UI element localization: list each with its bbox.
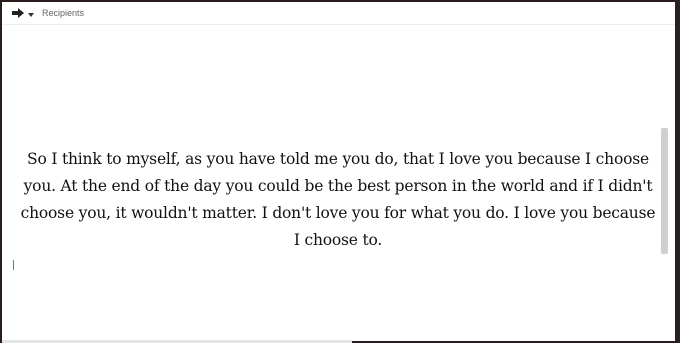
text-cursor [13,260,14,270]
compose-header: Recipients [2,2,675,25]
window-frame: Recipients So I think to myself, as you … [0,0,680,343]
message-body[interactable]: So I think to myself, as you have told m… [18,146,658,254]
caret-down-icon[interactable] [28,10,34,17]
arrow-right-icon[interactable] [12,8,24,18]
scrollbar-thumb[interactable] [661,128,668,254]
recipients-field[interactable]: Recipients [42,8,84,18]
window-edge [675,0,680,343]
compose-window: Recipients So I think to myself, as you … [2,2,675,341]
